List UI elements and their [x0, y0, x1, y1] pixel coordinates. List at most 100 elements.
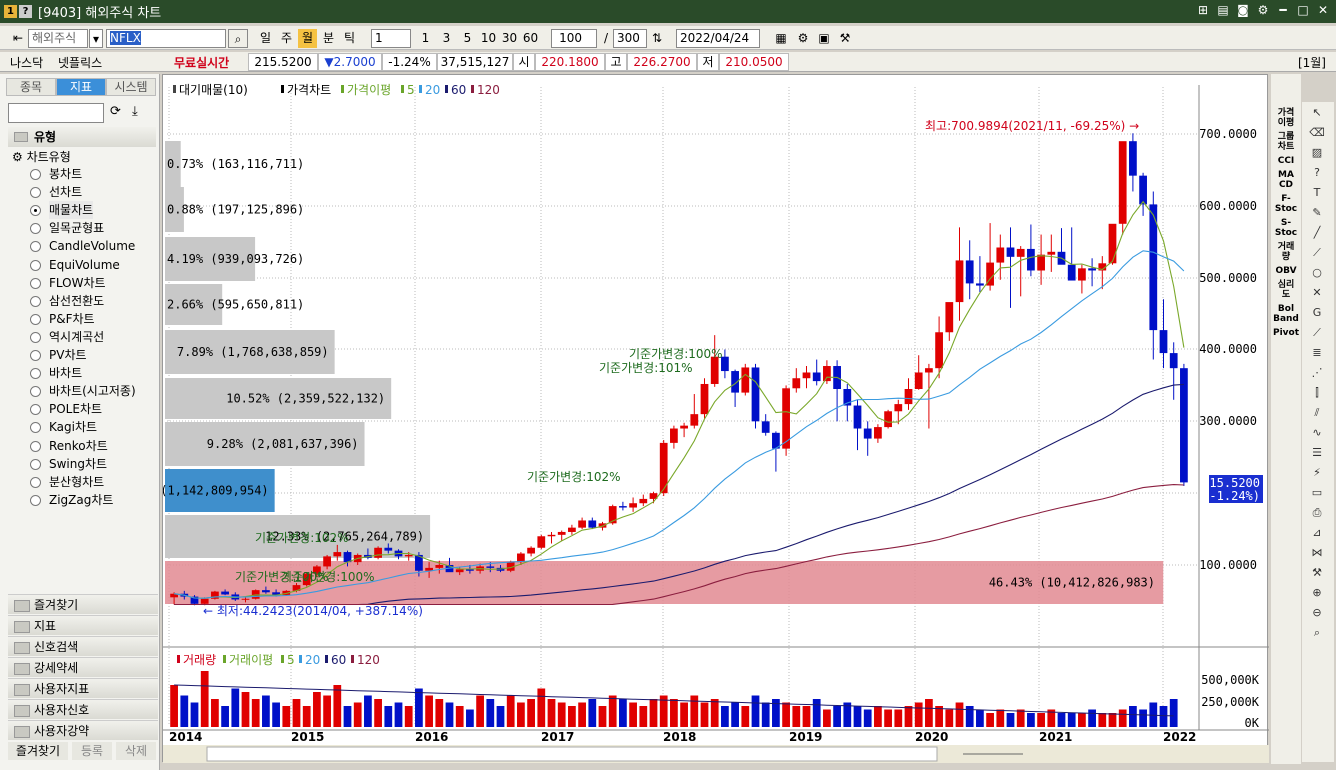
dock-icon[interactable]: ⊞ [1196, 3, 1210, 19]
left-tab[interactable]: 시스템 [106, 78, 156, 96]
help-icon[interactable]: ? [19, 5, 32, 18]
tools-icon[interactable]: ⚒ [836, 29, 854, 48]
chart-type-item[interactable]: 역시계곡선 [49, 328, 104, 346]
save-icon[interactable]: ▣ [815, 29, 833, 48]
period-button[interactable]: 분 [319, 29, 338, 48]
search-icon[interactable]: ⌕ [1308, 624, 1326, 642]
chart-icon[interactable]: ⊿ [1308, 524, 1326, 542]
shortcut-bollinger[interactable]: Bol Band [1271, 304, 1301, 324]
period-button[interactable]: 주 [277, 29, 296, 48]
market-dropdown-icon[interactable]: ▾ [89, 29, 103, 48]
chart-type-radio[interactable] [30, 169, 41, 180]
auto-icon[interactable]: ⚡ [1308, 464, 1326, 482]
text-icon[interactable]: T [1308, 184, 1326, 202]
chart-type-item[interactable]: POLE차트 [49, 400, 102, 418]
chart-type-item[interactable]: 삼선전환도 [49, 292, 104, 310]
chart-type-radio[interactable] [30, 277, 41, 289]
chart-type-radio[interactable] [30, 404, 41, 416]
chart-type-item[interactable]: EquiVolume [49, 256, 120, 274]
fan-icon[interactable]: ⋰ [1308, 364, 1326, 382]
interval-button[interactable]: 5 [458, 29, 477, 48]
chart-type-item[interactable]: 선차트 [49, 183, 82, 201]
market-select[interactable]: 해외주식 [28, 29, 88, 48]
chart-type-item[interactable]: 봉차트 [49, 165, 82, 183]
chart-type-radio[interactable] [30, 440, 41, 452]
section-header[interactable]: 즐겨찾기 [8, 594, 158, 614]
chart-type-radio[interactable] [30, 458, 41, 470]
chart-svg[interactable]: 0.73% (163,116,711) 0.88% (197,125,896) 4.… [117, 75, 1269, 763]
print-icon[interactable]: ⎙ [1308, 504, 1326, 522]
indicator-search-input[interactable] [8, 103, 104, 123]
total-input[interactable]: 300 [613, 29, 647, 48]
period-button[interactable]: 일 [256, 29, 275, 48]
section-header[interactable]: 신호검색 [8, 636, 158, 656]
chart-type-item[interactable]: 매물차트 [49, 201, 94, 220]
shortcut-s-stoc[interactable]: S- Stoc [1271, 218, 1301, 238]
left-tab[interactable]: 지표 [56, 78, 106, 96]
chart-type-radio[interactable] [30, 259, 41, 271]
interval-button[interactable]: 10 [479, 29, 498, 48]
shortcut-macd[interactable]: MA CD [1271, 170, 1301, 190]
shortcut-volume[interactable]: 거래 량 [1271, 242, 1301, 262]
ruler-icon[interactable]: ⟋ [1308, 244, 1326, 262]
shortcut-group-chart[interactable]: 그룹 차트 [1271, 132, 1301, 152]
pattern-icon[interactable]: ⋈ [1308, 544, 1326, 562]
chart-type-node[interactable]: ⚙ 차트유형 [12, 148, 71, 165]
chart-type-item[interactable]: FLOW차트 [49, 274, 106, 292]
chart-type-radio[interactable] [30, 295, 41, 307]
g-tool-icon[interactable]: G [1308, 304, 1326, 322]
chart-type-item[interactable]: 일목균형표 [49, 219, 104, 237]
chart-type-item[interactable]: Renko차트 [49, 437, 108, 455]
chart-type-item[interactable]: P&F차트 [49, 310, 95, 328]
refresh-icon[interactable]: ⟳ [110, 104, 121, 119]
period-button[interactable]: 월 [298, 29, 317, 48]
shortcut-f-stoc[interactable]: F- Stoc [1271, 194, 1301, 214]
bottom-tab[interactable]: 삭제 [116, 742, 156, 760]
chart-type-radio[interactable] [30, 205, 41, 217]
interval-button[interactable]: 60 [521, 29, 540, 48]
grid-tool-icon[interactable]: ⫿ [1308, 384, 1326, 402]
close-icon[interactable]: ✕ [1316, 3, 1330, 19]
fibo-icon[interactable]: ≣ [1308, 344, 1326, 362]
section-header[interactable]: 강세약세 [8, 657, 158, 677]
left-tab[interactable]: 종목 [6, 78, 56, 96]
chart-type-item[interactable]: ZigZag차트 [49, 491, 113, 509]
count-input[interactable]: 100 [551, 29, 597, 48]
search-icon[interactable]: ⌕ [228, 29, 248, 48]
window-icon[interactable]: ▭ [1308, 484, 1326, 502]
chart-type-radio[interactable] [30, 223, 41, 235]
section-header[interactable]: 사용자지표 [8, 678, 158, 698]
cross-line-icon[interactable]: ✕ [1308, 284, 1326, 302]
group-header[interactable]: 유형 [8, 127, 156, 147]
chart-type-item[interactable]: 바차트(시고저종) [49, 382, 136, 400]
shortcut-pivot[interactable]: Pivot [1271, 328, 1301, 338]
chart-type-item[interactable]: 바차트 [49, 364, 82, 382]
wave-icon[interactable]: ∿ [1308, 424, 1326, 442]
date-input[interactable]: 2022/04/24 [676, 29, 760, 48]
section-header[interactable]: 사용자강약 [8, 720, 158, 740]
zoom-in-icon[interactable]: ⊕ [1308, 584, 1326, 602]
chart-type-radio[interactable] [30, 386, 41, 398]
eraser-icon[interactable]: ⌫ [1308, 124, 1326, 142]
bottom-tab[interactable]: 등록 [72, 742, 112, 760]
section-header[interactable]: 사용자신호 [8, 699, 158, 719]
shortcut-obv[interactable]: OBV [1271, 266, 1301, 276]
chart-type-radio[interactable] [30, 476, 41, 488]
shortcut-psy[interactable]: 심리 도 [1271, 280, 1301, 300]
chart-type-item[interactable]: CandleVolume [49, 237, 135, 255]
interval-button[interactable]: 30 [500, 29, 519, 48]
zoom-out-icon[interactable]: ⊖ [1308, 604, 1326, 622]
chart-type-radio[interactable] [30, 368, 41, 380]
chart-settings-icon[interactable]: ▦ [772, 29, 790, 48]
chart-type-radio[interactable] [30, 313, 41, 325]
chart-type-radio[interactable] [30, 350, 41, 361]
chart-type-item[interactable]: 분산형차트 [49, 473, 104, 491]
tool-icon[interactable]: ⚒ [1308, 564, 1326, 582]
channel-icon[interactable]: ⫽ [1308, 404, 1326, 422]
gear-icon[interactable]: ⚙ [794, 29, 812, 48]
back-icon[interactable]: ⇤ [8, 29, 28, 48]
chart-type-radio[interactable] [30, 241, 41, 253]
chart-type-radio[interactable] [30, 494, 41, 506]
chart-type-radio[interactable] [30, 331, 41, 343]
chart-type-radio[interactable] [30, 422, 41, 434]
